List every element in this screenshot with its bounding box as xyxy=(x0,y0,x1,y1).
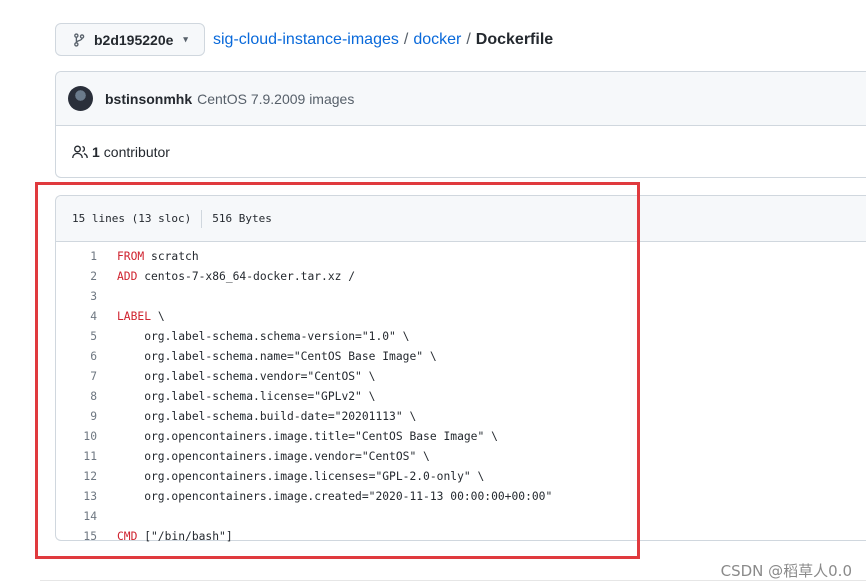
line-number[interactable]: 4 xyxy=(56,310,97,323)
branch-select-button[interactable]: b2d195220e ▾ xyxy=(55,23,205,56)
code-line: 5 org.label-schema.schema-version="1.0" … xyxy=(56,326,866,346)
code-text: centos-7-x86_64-docker.tar.xz / xyxy=(137,269,356,283)
line-number[interactable]: 15 xyxy=(56,530,97,543)
line-content: FROM scratch xyxy=(97,250,199,263)
code-line: 4 LABEL \ xyxy=(56,306,866,326)
code-line: 15 CMD ["/bin/bash"] xyxy=(56,526,866,546)
line-number[interactable]: 14 xyxy=(56,510,97,523)
code-line: 6 org.label-schema.name="CentOS Base Ima… xyxy=(56,346,866,366)
code-line: 2 ADD centos-7-x86_64-docker.tar.xz / xyxy=(56,266,866,286)
keyword-token: ADD xyxy=(117,269,138,283)
commit-author-link[interactable]: bstinsonmhk xyxy=(105,91,192,107)
file-content-box: 15 lines (13 sloc) 516 Bytes 1 FROM scrat… xyxy=(55,195,866,543)
code-text: ["/bin/bash"] xyxy=(137,529,233,543)
code-line: 10 org.opencontainers.image.title="CentO… xyxy=(56,426,866,446)
line-content: org.label-schema.name="CentOS Base Image… xyxy=(97,349,437,363)
contributor-count: 1 xyxy=(92,144,100,160)
code-text: org.label-schema.name="CentOS Base Image… xyxy=(117,349,437,363)
breadcrumb-separator: / xyxy=(403,31,409,48)
line-number[interactable]: 3 xyxy=(56,290,97,303)
breadcrumb-current-file: Dockerfile xyxy=(475,31,554,48)
keyword-token: LABEL xyxy=(117,309,152,323)
keyword-token: CMD xyxy=(117,529,138,543)
code-line: 14 xyxy=(56,506,866,526)
git-branch-icon xyxy=(74,32,85,47)
people-icon xyxy=(72,145,88,159)
line-number[interactable]: 8 xyxy=(56,390,97,403)
line-number[interactable]: 12 xyxy=(56,470,97,483)
line-content: org.opencontainers.image.created="2020-1… xyxy=(97,490,552,503)
line-number[interactable]: 9 xyxy=(56,410,97,423)
code-line: 9 org.label-schema.build-date="20201113"… xyxy=(56,406,866,426)
code-text: org.label-schema.schema-version="1.0" \ xyxy=(117,329,410,343)
line-content: org.label-schema.build-date="20201113" \ xyxy=(97,410,416,423)
contributor-label: contributor xyxy=(103,144,170,160)
code-line: 12 org.opencontainers.image.licenses="GP… xyxy=(56,466,866,486)
contributors-row[interactable]: 1 contributor xyxy=(56,126,866,178)
line-content: ADD centos-7-x86_64-docker.tar.xz / xyxy=(97,270,355,283)
code-line: 11 org.opencontainers.image.vendor="Cent… xyxy=(56,446,866,466)
line-number[interactable]: 5 xyxy=(56,330,97,343)
line-number[interactable]: 6 xyxy=(56,350,97,363)
file-line-count: 15 lines (13 sloc) xyxy=(72,212,192,225)
line-content: CMD ["/bin/bash"] xyxy=(97,530,233,543)
code-view: 1 FROM scratch 2 ADD centos-7-x86_64-docker… xyxy=(56,242,866,546)
line-content: org.label-schema.schema-version="1.0" \ xyxy=(97,330,409,343)
code-line: 7 org.label-schema.vendor="CentOS" \ xyxy=(56,366,866,386)
line-number[interactable]: 13 xyxy=(56,490,97,503)
watermark-text: CSDN @稻草人0.0 xyxy=(720,562,852,580)
latest-commit-row: bstinsonmhk CentOS 7.9.2009 images xyxy=(56,72,866,126)
code-text: org.opencontainers.image.vendor="CentOS"… xyxy=(117,449,430,463)
code-text: org.label-schema.build-date="20201113" \ xyxy=(117,409,417,423)
code-text: org.opencontainers.image.licenses="GPL-2… xyxy=(117,469,485,483)
line-content: org.opencontainers.image.vendor="CentOS"… xyxy=(97,450,430,463)
line-number[interactable]: 10 xyxy=(56,430,97,443)
line-number[interactable]: 2 xyxy=(56,270,97,283)
code-text: \ xyxy=(151,309,165,323)
commit-info-box: bstinsonmhk CentOS 7.9.2009 images 1 con… xyxy=(55,71,866,178)
line-content: org.opencontainers.image.licenses="GPL-2… xyxy=(97,470,484,483)
branch-name: b2d195220e xyxy=(94,31,174,48)
chevron-down-icon: ▾ xyxy=(183,34,188,44)
code-line: 3 xyxy=(56,286,866,306)
commit-message-link[interactable]: CentOS 7.9.2009 images xyxy=(197,91,354,107)
code-text: org.label-schema.license="GPLv2" \ xyxy=(117,389,376,403)
avatar[interactable] xyxy=(68,86,93,111)
line-content: org.label-schema.vendor="CentOS" \ xyxy=(97,370,375,383)
code-text: org.opencontainers.image.title="CentOS B… xyxy=(117,429,498,443)
breadcrumb-folder-link[interactable]: docker xyxy=(413,30,461,50)
line-number[interactable]: 7 xyxy=(56,370,97,383)
breadcrumb-repo-link[interactable]: sig-cloud-instance-images xyxy=(213,30,399,50)
breadcrumb-separator: / xyxy=(466,31,471,48)
header-divider xyxy=(201,209,203,228)
file-info-header: 15 lines (13 sloc) 516 Bytes xyxy=(56,196,866,242)
code-text: scratch xyxy=(144,249,199,263)
line-content: org.label-schema.license="GPLv2" \ xyxy=(97,390,375,403)
line-number[interactable]: 1 xyxy=(56,250,97,263)
line-content: LABEL \ xyxy=(97,310,165,323)
code-text: org.opencontainers.image.created="2020-1… xyxy=(117,489,553,503)
file-size: 516 Bytes xyxy=(212,212,272,225)
keyword-token: FROM xyxy=(117,249,145,263)
line-number[interactable]: 11 xyxy=(56,450,97,463)
code-line: 8 org.label-schema.license="GPLv2" \ xyxy=(56,386,866,406)
code-line: 13 org.opencontainers.image.created="202… xyxy=(56,486,866,506)
code-line: 1 FROM scratch xyxy=(56,246,866,266)
line-content: org.opencontainers.image.title="CentOS B… xyxy=(97,430,498,443)
code-text: org.label-schema.vendor="CentOS" \ xyxy=(117,369,376,383)
breadcrumb: sig-cloud-instance-images / docker / Doc… xyxy=(213,30,553,50)
